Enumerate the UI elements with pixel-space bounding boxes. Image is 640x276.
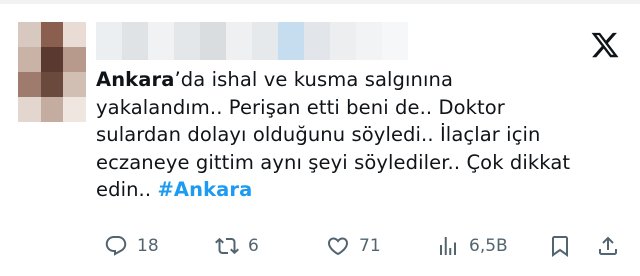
- reply-button[interactable]: 18: [104, 232, 159, 260]
- reply-count: 18: [137, 236, 159, 256]
- tweet-line: sulardan dolayı olduğunu söyledi.. İlaçl…: [96, 123, 541, 146]
- retweet-count: 6: [248, 236, 259, 256]
- view-count: 6,5B: [469, 236, 508, 256]
- views-icon: [440, 237, 456, 255]
- retweet-icon: [215, 237, 239, 255]
- tweet-actions: 18 6 71 6,5B: [0, 232, 640, 260]
- share-button[interactable]: [596, 232, 629, 260]
- heart-icon: [327, 237, 349, 256]
- bookmark-button[interactable]: [548, 232, 581, 260]
- tweet-line: Ankara’da ishal ve kusma salgınına: [96, 66, 632, 94]
- hashtag-link[interactable]: #Ankara: [157, 178, 252, 201]
- tweet-line: yakalandım.. Perişan etti beni de.. Dokt…: [96, 95, 505, 119]
- location-bold: Ankara: [96, 68, 175, 91]
- tweet-card: Ankara’da ishal ve kusma salgınına yakal…: [0, 0, 640, 276]
- x-logo-icon[interactable]: [590, 30, 620, 60]
- tweet-line: eczaneye gittim aynı şeyi söylediler.. Ç…: [96, 150, 571, 174]
- share-icon: [599, 236, 617, 255]
- like-button[interactable]: 71: [326, 232, 381, 260]
- bookmark-icon: [552, 236, 568, 257]
- avatar[interactable]: [18, 22, 86, 122]
- author-name-blurred[interactable]: [96, 22, 408, 60]
- tweet-line-text: edin..: [96, 178, 158, 201]
- tweet-line-text: ’da ishal ve kusma salgınına: [174, 68, 454, 91]
- retweet-button[interactable]: 6: [215, 232, 259, 260]
- tweet-text: Ankara’da ishal ve kusma salgınına yakal…: [96, 66, 632, 204]
- views-button[interactable]: 6,5B: [436, 232, 508, 260]
- like-count: 71: [359, 236, 381, 256]
- divider: [0, 0, 640, 4]
- reply-icon: [105, 236, 127, 256]
- tweet-line: edin.. #Ankara: [96, 176, 632, 204]
